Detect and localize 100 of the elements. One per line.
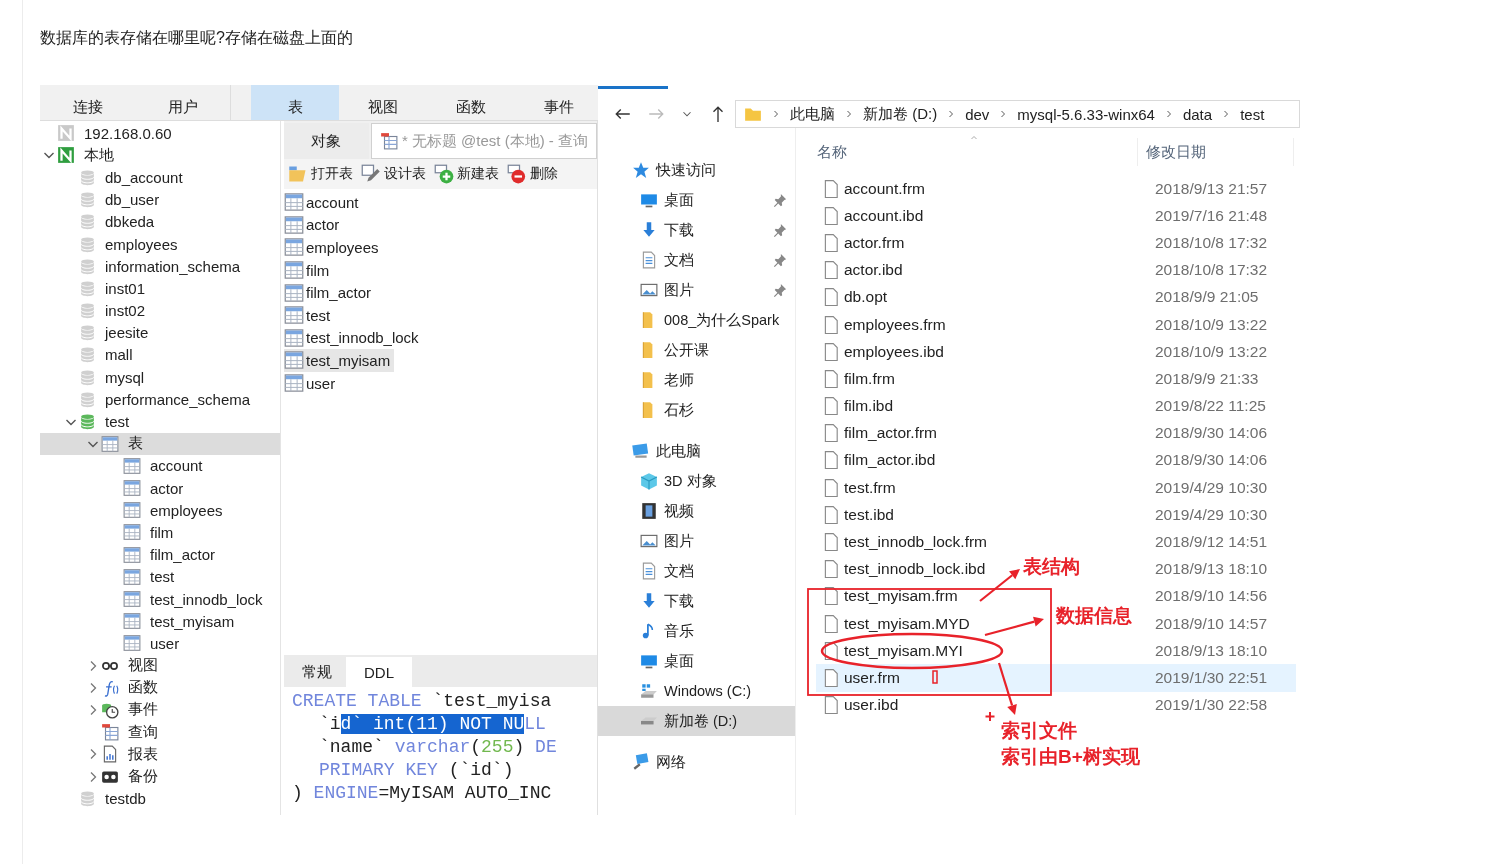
nav-item[interactable]: 文档 xyxy=(598,556,795,586)
nav-item[interactable]: 008_为什么Spark xyxy=(598,305,795,335)
nav-item[interactable]: 石杉 xyxy=(598,395,795,425)
tree-item[interactable]: 视图 xyxy=(40,654,280,677)
nav-item[interactable]: 视频 xyxy=(598,496,795,526)
nav-item[interactable]: 快速访问 xyxy=(598,155,795,185)
nav-item[interactable]: 文档 xyxy=(598,245,795,275)
table-list-item[interactable]: user xyxy=(284,371,340,395)
nav-item[interactable]: 下载 xyxy=(598,586,795,616)
breadcrumb-item[interactable]: mysql-5.6.33-winx64 xyxy=(1017,105,1155,123)
file-icon xyxy=(822,396,840,417)
table-icon xyxy=(284,237,304,258)
tree-item[interactable]: inst02 xyxy=(40,299,280,322)
file-icon xyxy=(822,287,840,308)
tree-item[interactable]: jeesite xyxy=(40,321,280,344)
tree-item[interactable]: mall xyxy=(40,343,280,367)
nav-item[interactable]: Windows (C:) xyxy=(598,676,795,706)
nav-item[interactable]: 桌面 xyxy=(598,185,795,215)
selected-file-row[interactable]: user.frm 2019/1/30 22:51 xyxy=(816,664,1296,692)
toolbar-button[interactable]: 连接 xyxy=(40,85,135,120)
tree-item[interactable]: user xyxy=(40,632,280,655)
tree-item[interactable]: 查询 xyxy=(40,721,280,744)
toolbar-button[interactable]: 删除 xyxy=(507,164,558,184)
column-header[interactable]: 名称 xyxy=(816,138,1138,166)
file-name: employees.frm xyxy=(844,315,946,334)
breadcrumb-item[interactable]: data xyxy=(1182,105,1213,123)
table-list-item[interactable]: actor xyxy=(284,213,344,237)
toolbar-button[interactable]: 新建表 xyxy=(434,164,499,184)
table-icon xyxy=(123,612,141,631)
tree-item[interactable]: mysql xyxy=(40,366,280,389)
toolbar-button[interactable]: 事件 xyxy=(515,85,603,120)
tree-item[interactable]: performance_schema xyxy=(40,388,280,411)
file-icon xyxy=(822,314,840,335)
file-date: 2018/10/8 17:32 xyxy=(1155,261,1269,280)
nav-item[interactable]: 网络 xyxy=(598,747,795,777)
file-icon xyxy=(822,532,840,553)
tree-item[interactable]: information_schema xyxy=(40,255,280,278)
plus-icon xyxy=(984,711,996,722)
table-list-item[interactable]: film_actor xyxy=(284,281,376,304)
ribbon-tab-indicator xyxy=(598,86,668,89)
monitor-icon xyxy=(640,652,658,670)
nav-item[interactable]: 下载 xyxy=(598,215,795,245)
breadcrumb-item[interactable]: 此电脑 xyxy=(790,104,835,124)
toolbar-button[interactable]: 打开表 xyxy=(288,164,353,184)
tree-item[interactable]: test_myisam xyxy=(40,610,280,633)
tree-item[interactable]: film xyxy=(40,521,280,544)
nav-item[interactable]: 新加卷 (D:) xyxy=(598,706,795,736)
tab[interactable]: 常规 xyxy=(288,657,346,687)
toolbar-button[interactable]: 设计表 xyxy=(361,164,426,184)
table-list-item[interactable]: test xyxy=(284,303,335,327)
nav-item[interactable]: 老师 xyxy=(598,365,795,395)
tree-item[interactable]: test xyxy=(40,565,280,588)
nav-item[interactable]: 图片 xyxy=(598,526,795,556)
arrow xyxy=(984,616,1044,637)
breadcrumb-item[interactable]: test xyxy=(1240,105,1265,123)
tree-item[interactable]: 函数 xyxy=(40,676,280,699)
tree-item[interactable]: 表 xyxy=(40,432,280,455)
tree-item[interactable]: account xyxy=(40,454,280,477)
tree-item[interactable]: test_innodb_lock xyxy=(40,587,280,611)
tree-item[interactable]: test xyxy=(40,410,280,433)
picture-icon xyxy=(640,532,658,550)
file-icon xyxy=(822,260,840,281)
nav-item[interactable]: 3D 对象 xyxy=(598,466,795,496)
column-header[interactable]: 修改日期 xyxy=(1138,138,1294,166)
tab[interactable]: DDL xyxy=(346,657,412,687)
toolbar-button[interactable]: 函数 xyxy=(427,85,515,120)
nav-item[interactable]: 此电脑 xyxy=(598,436,795,466)
table-list-item[interactable]: employees xyxy=(284,236,383,259)
tree-item[interactable]: employees xyxy=(40,499,280,522)
nav-item[interactable]: 图片 xyxy=(598,275,795,305)
file-name: account.ibd xyxy=(844,206,924,225)
tree-item[interactable]: 事件 xyxy=(40,698,280,722)
nav-item[interactable]: 公开课 xyxy=(598,335,795,365)
table-list-item[interactable]: account xyxy=(284,191,363,214)
tree-item[interactable]: 本地 xyxy=(40,144,280,167)
breadcrumb-item[interactable]: dev xyxy=(965,105,990,123)
address-bar[interactable]: 此电脑 新加卷 (D:) dev mysql-5.6.33-winx64 data test xyxy=(735,100,1300,128)
toolbar-button[interactable]: 视图 xyxy=(339,85,427,120)
tree-item[interactable]: actor xyxy=(40,477,280,500)
table-list-item[interactable]: test_innodb_lock xyxy=(284,326,423,350)
article-text: 数据库的表存储在哪里呢?存储在磁盘上面的 xyxy=(40,28,354,48)
toolbar-button[interactable]: 用户 xyxy=(135,85,230,120)
nav-item[interactable]: 音乐 xyxy=(598,616,795,646)
tree-item[interactable]: dbkeda xyxy=(40,210,280,233)
tab[interactable]: 对象 xyxy=(284,123,369,159)
tree-item[interactable]: employees xyxy=(40,232,280,256)
table-list-item[interactable]: film xyxy=(284,258,334,282)
file-icon xyxy=(822,450,840,471)
breadcrumb-item[interactable]: 新加卷 (D:) xyxy=(863,104,938,124)
tree-item[interactable]: testdb xyxy=(40,787,280,810)
nav-item[interactable]: 桌面 xyxy=(598,646,795,676)
tree-item[interactable]: db_account xyxy=(40,166,280,189)
tree-item[interactable]: 报表 xyxy=(40,743,280,766)
tree-item[interactable]: 192.168.0.60 xyxy=(40,122,280,145)
toolbar-button[interactable]: 表 xyxy=(251,85,339,120)
table-list-item[interactable]: test_myisam xyxy=(284,349,395,372)
tree-item[interactable]: db_user xyxy=(40,188,280,211)
tree-item[interactable]: inst01 xyxy=(40,277,280,300)
tree-item[interactable]: film_actor xyxy=(40,543,280,566)
tree-item[interactable]: 备份 xyxy=(40,765,280,788)
